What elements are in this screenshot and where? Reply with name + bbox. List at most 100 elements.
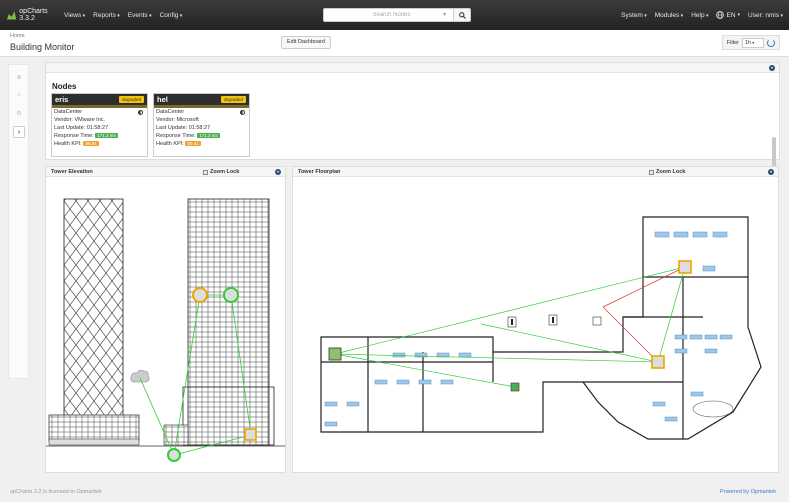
top-navbar: opCharts 3.3.2 Views Reports Events Conf… [0,0,789,30]
status-badge: degraded [118,96,144,103]
device-node-icon[interactable] [328,347,342,361]
response-value: 171.3 ms [95,133,118,138]
page-header: Home Building Monitor Edit Dashboard Fil… [0,30,789,57]
page-title: Building Monitor [10,42,75,52]
kpi-value: 80.41 [185,141,201,146]
floorplan-title: Tower Floorplan [298,169,341,175]
zoom-lock-label: Zoom Lock [656,169,686,175]
node-response-row: Response Time: 171.3 ms [154,132,249,140]
opcharts-logo-icon [7,11,17,20]
contrast-icon[interactable] [240,110,245,115]
time-filter: Filter 1h [721,35,780,50]
node-header: eris degraded [52,94,147,105]
meeting-table [692,400,734,418]
language-menu[interactable]: EN [716,11,740,19]
kpi-label: Health KPI: [54,141,82,147]
node-card-eris[interactable]: eris degraded DataCenter Vendor: VMware … [51,93,148,157]
node-name[interactable]: eris [55,95,68,104]
cloud-icon [130,370,150,383]
breadcrumb[interactable]: Home [10,33,25,39]
menu-reports[interactable]: Reports [93,12,120,19]
powered-by-link[interactable]: Powered by Opmantek [720,489,776,495]
left-toolbar: ⊕ ⌕ ⚙ › [8,64,29,379]
zoom-lock-label: Zoom Lock [210,169,240,175]
response-value: 171.3 ms [197,133,220,138]
node-vendor: Vendor: Microsoft [156,117,199,123]
degraded-links [602,266,686,363]
tower-elevation-panel: Tower Elevation Zoom Lock ▾ [45,166,286,473]
node-group: DataCenter [54,109,83,115]
search-icon [458,11,466,19]
nodes-title: Nodes [52,82,77,91]
zoom-lock-toggle[interactable]: Zoom Lock [203,169,239,175]
filter-select[interactable]: 1h [742,37,764,48]
tower-right-section [187,198,270,446]
tower-floorplan-drawing[interactable] [293,177,778,472]
menu-config[interactable]: Config [160,12,183,19]
zoom-in-icon[interactable]: ⊕ [13,71,25,83]
status-badge: degraded [220,96,246,103]
user-menu[interactable]: User: nmis [748,12,783,19]
node-search: ▾ [323,8,473,22]
node-response-row: Response Time: 171.3 ms [52,132,147,140]
search-input[interactable] [323,8,454,22]
tower-floorplan-panel: Tower Floorplan Zoom Lock ▾ [292,166,779,473]
node-kpi-row: Health KPI: 80.41 [154,140,249,148]
menu-views[interactable]: Views [64,12,85,19]
node-group: DataCenter [156,109,185,115]
zoom-lock-checkbox[interactable] [649,169,654,175]
edit-dashboard-button[interactable]: Edit Dashboard [281,36,331,49]
brand-label: opCharts 3.3.2 [19,8,48,22]
chevron-down-icon[interactable]: ▾ [768,169,774,175]
chevron-down-icon[interactable]: ▾ [769,65,775,71]
nodes-panel-header: ▾ [46,63,779,73]
license-note: opCharts 3.2 is licensed to Opmantek [10,489,102,495]
device-node-icon[interactable] [678,260,692,274]
zoom-lock-checkbox[interactable] [203,169,208,175]
node-name[interactable]: hel [157,95,168,104]
node-kpi-row: Health KPI: 89.84 [52,140,147,148]
node-vendor: Vendor: VMware Inc. [54,117,106,123]
main-menu: Views Reports Events Config [58,12,182,19]
tower-left-facade [63,198,124,418]
right-menu: System Modules Help EN User: nmis [621,0,783,30]
language-label: EN [726,11,736,19]
refresh-icon[interactable] [767,38,775,47]
tower-elevation-drawing[interactable] [46,177,285,472]
tower-left-base [48,414,140,442]
brand[interactable]: opCharts 3.3.2 [0,8,58,22]
device-node-icon[interactable] [192,287,208,303]
menu-events[interactable]: Events [128,12,152,19]
node-header: hel degraded [154,94,249,105]
node-last-update: Last Update: 01:58:27 [54,125,109,131]
response-label: Response Time: [156,133,196,139]
chevron-down-icon[interactable]: ▾ [275,169,281,175]
device-node-icon[interactable] [223,287,239,303]
search-button[interactable] [454,8,471,22]
globe-icon [716,11,725,19]
device-node-icon[interactable] [167,448,181,462]
menu-system[interactable]: System [621,12,647,19]
floorplan-panel-header: Tower Floorplan Zoom Lock ▾ [293,167,778,177]
node-last-update: Last Update: 01:58:27 [156,125,211,131]
node-card-hel[interactable]: hel degraded DataCenter Vendor: Microsof… [153,93,250,157]
device-node-icon[interactable] [510,382,520,392]
filter-label: Filter [726,39,739,46]
desk-markers [324,231,733,427]
expand-sidebar-button[interactable]: › [13,126,25,138]
zoom-lock-toggle[interactable]: Zoom Lock [649,169,685,175]
kpi-value: 89.84 [83,141,99,146]
device-node-icon[interactable] [244,428,257,441]
device-node-icon[interactable] [651,355,665,369]
settings-icon[interactable]: ⚙ [13,107,25,119]
search-icon[interactable]: ⌕ [13,89,25,101]
kpi-label: Health KPI: [156,141,184,147]
search-dropdown-icon[interactable]: ▾ [443,11,446,18]
contrast-icon[interactable] [138,110,143,115]
response-label: Response Time: [54,133,94,139]
menu-modules[interactable]: Modules [655,12,683,19]
elevation-title: Tower Elevation [51,169,93,175]
elevation-panel-header: Tower Elevation Zoom Lock ▾ [46,167,285,177]
menu-help[interactable]: Help [691,12,708,19]
restroom-icons [507,314,602,328]
